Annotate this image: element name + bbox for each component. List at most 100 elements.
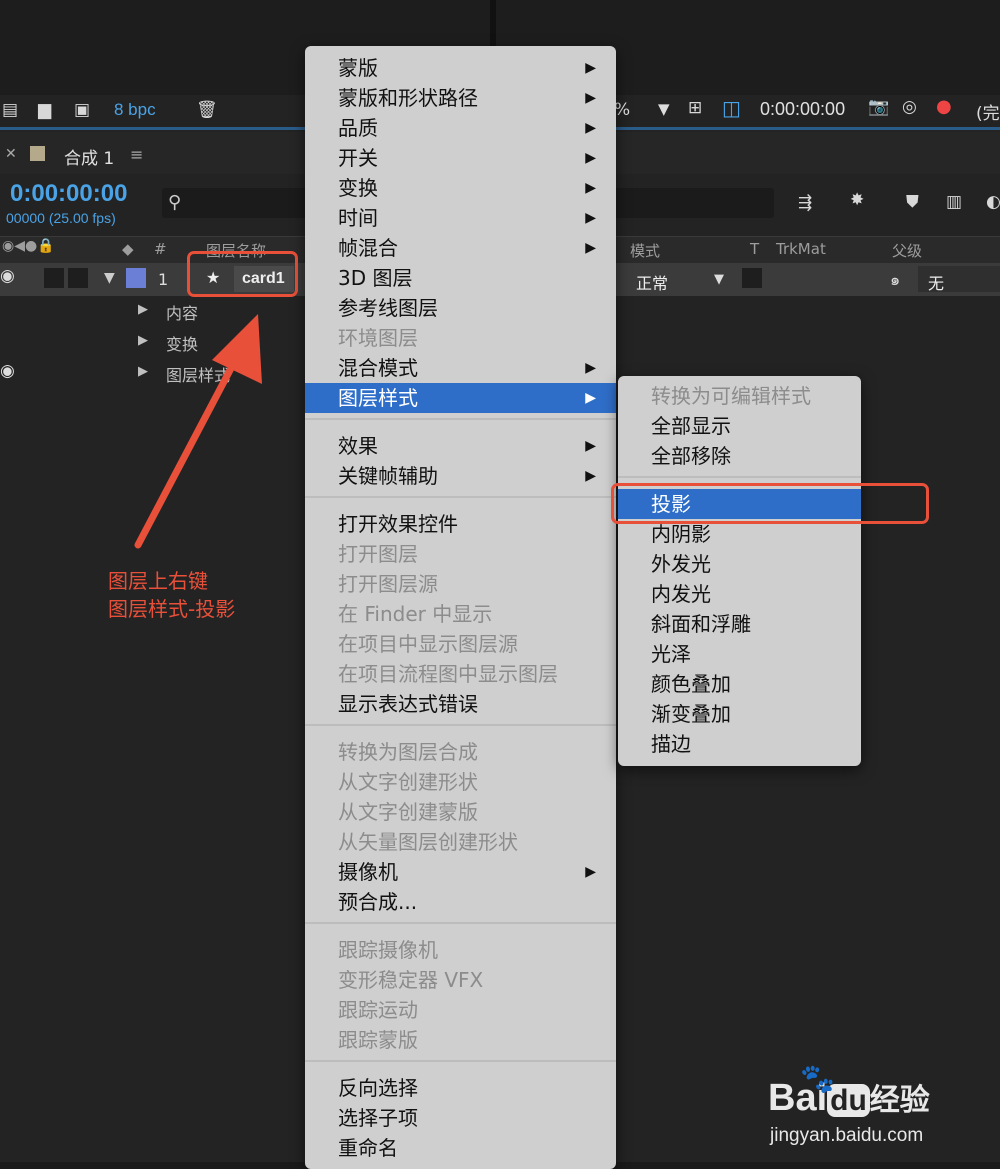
zoom-value[interactable]: % (614, 100, 630, 120)
label-color-swatch[interactable] (126, 268, 146, 288)
menu-item-label: 帧混合 (338, 236, 398, 260)
viewer-timecode[interactable]: 0:00:00:00 (760, 99, 845, 120)
menu-item[interactable]: 预合成... (305, 887, 616, 917)
menu-item[interactable]: 时间 ▶ (305, 203, 616, 233)
eye-icon[interactable]: ◉ (0, 361, 15, 381)
footage-icon[interactable]: ▣ (74, 100, 90, 120)
submenu-item[interactable]: 光泽 (618, 639, 861, 669)
menu-separator (305, 724, 616, 726)
menu-separator (618, 476, 861, 478)
menu-item[interactable]: 参考线图层 (305, 293, 616, 323)
menu-item-label: 从文字创建蒙版 (338, 800, 478, 824)
lock-switch[interactable] (68, 268, 88, 288)
submenu-arrow-icon: ▶ (585, 180, 596, 196)
submenu-item[interactable]: 全部显示 (618, 411, 861, 441)
menu-item-label: 在 Finder 中显示 (338, 602, 493, 626)
tab-composition[interactable]: 合成 1 (64, 144, 114, 169)
annotation-arrow (134, 314, 262, 549)
status-text: (完 (976, 104, 1000, 124)
flowchart-icon[interactable]: ▤ (2, 100, 18, 120)
panel-menu-icon[interactable]: ≡ (130, 145, 143, 164)
submenu-item[interactable]: 斜面和浮雕 (618, 609, 861, 639)
mask-path-icon[interactable]: ◫ (722, 96, 741, 120)
submenu-item[interactable]: 全部移除 (618, 441, 861, 471)
menu-item[interactable]: 变换 ▶ (305, 173, 616, 203)
menu-item: 在 Finder 中显示 (305, 599, 616, 629)
frame-blending-icon[interactable]: ▥ (946, 192, 962, 212)
menu-item[interactable]: 品质 ▶ (305, 113, 616, 143)
bit-depth-button[interactable]: 8 bpc (114, 100, 156, 120)
menu-item: 环境图层 (305, 323, 616, 353)
submenu-item[interactable]: 颜色叠加 (618, 669, 861, 699)
menu-item-label: 蒙版和形状路径 (338, 86, 478, 110)
submenu-arrow-icon: ▶ (585, 438, 596, 454)
view-icon[interactable]: ◎ (902, 97, 917, 117)
current-time-display[interactable]: 0:00:00:00 (10, 180, 127, 208)
expand-arrow-icon[interactable]: ▼ (104, 270, 115, 286)
menu-item[interactable]: 重命名 (305, 1133, 616, 1163)
layer-parent[interactable]: 无 (928, 270, 944, 294)
submenu-item: 转换为可编辑样式 (618, 381, 861, 411)
menu-item-label: 混合模式 (338, 356, 418, 380)
search-icon[interactable]: ⚲ (168, 192, 181, 213)
close-icon[interactable]: ✕ (5, 146, 17, 162)
pick-whip-icon[interactable]: ๑ (890, 268, 900, 293)
menu-item[interactable]: 图层样式 ▶ (305, 383, 616, 413)
menu-item[interactable]: 显示表达式错误 (305, 689, 616, 719)
region-of-interest-icon[interactable]: ⊞ (688, 98, 702, 118)
menu-separator (305, 1060, 616, 1062)
menu-item-label: 从矢量图层创建形状 (338, 830, 518, 854)
draft-3d-icon[interactable]: ✸ (850, 190, 864, 210)
column-t: T (750, 240, 760, 258)
eye-icon[interactable]: ◉ (0, 266, 15, 286)
color-channels-icon[interactable]: ● (936, 96, 952, 117)
shy-layers-icon[interactable]: ⛊ (906, 192, 919, 212)
chevron-down-icon[interactable]: ▼ (658, 100, 670, 118)
column-mode: 模式 (630, 242, 661, 260)
menu-item-label: 从文字创建形状 (338, 770, 478, 794)
solo-switch[interactable] (44, 268, 64, 288)
submenu-item[interactable]: 渐变叠加 (618, 699, 861, 729)
menu-item[interactable]: 帧混合 ▶ (305, 233, 616, 263)
submenu-item[interactable]: 内发光 (618, 579, 861, 609)
submenu-item-label: 颜色叠加 (651, 672, 731, 696)
submenu-arrow-icon: ▶ (585, 150, 596, 166)
menu-item-label: 环境图层 (338, 326, 418, 350)
highlight-box-drop-shadow (611, 483, 929, 524)
submenu-item-label: 渐变叠加 (651, 702, 731, 726)
menu-item[interactable]: 关键帧辅助 ▶ (305, 461, 616, 491)
menu-item[interactable]: 摄像机 ▶ (305, 857, 616, 887)
menu-item[interactable]: 3D 图层 (305, 263, 616, 293)
folder-icon[interactable]: ▆ (38, 100, 51, 120)
layer-mode[interactable]: 正常 (636, 270, 668, 294)
menu-item-label: 图层样式 (338, 386, 418, 410)
menu-item[interactable]: 打开效果控件 (305, 509, 616, 539)
submenu-item[interactable]: 描边 (618, 729, 861, 759)
trkmat-switch[interactable] (742, 268, 762, 288)
menu-item: 在项目中显示图层源 (305, 629, 616, 659)
menu-item-label: 变形稳定器 VFX (338, 968, 484, 992)
annotation-line: 图层样式-投影 (108, 597, 236, 621)
menu-item-label: 时间 (338, 206, 378, 230)
submenu-arrow-icon: ▶ (585, 90, 596, 106)
menu-item[interactable]: 反向选择 (305, 1073, 616, 1103)
menu-item[interactable]: 混合模式 ▶ (305, 353, 616, 383)
menu-item: 打开图层 (305, 539, 616, 569)
menu-item-label: 效果 (338, 434, 378, 458)
menu-item[interactable]: 蒙版和形状路径 ▶ (305, 83, 616, 113)
menu-item[interactable]: 效果 ▶ (305, 431, 616, 461)
submenu-item[interactable]: 外发光 (618, 549, 861, 579)
trash-icon[interactable]: 🗑 (196, 100, 218, 120)
annotation-line: 图层上右键 (108, 569, 208, 593)
motion-blur-icon[interactable]: ◐ (986, 192, 1000, 212)
comp-flowchart-icon[interactable]: ⇶ (798, 193, 812, 213)
chevron-down-icon[interactable]: ▼ (714, 272, 724, 287)
menu-item-label: 蒙版 (338, 56, 378, 80)
menu-item[interactable]: 开关 ▶ (305, 143, 616, 173)
baidu-logo: Bai du 经验 (768, 1075, 930, 1120)
menu-item[interactable]: 蒙版 ▶ (305, 53, 616, 83)
submenu-arrow-icon: ▶ (585, 60, 596, 76)
menu-item[interactable]: 选择子项 (305, 1103, 616, 1133)
camera-icon[interactable]: 📷 (868, 97, 889, 117)
annotation-text: 图层上右键 图层样式-投影 (108, 567, 235, 623)
